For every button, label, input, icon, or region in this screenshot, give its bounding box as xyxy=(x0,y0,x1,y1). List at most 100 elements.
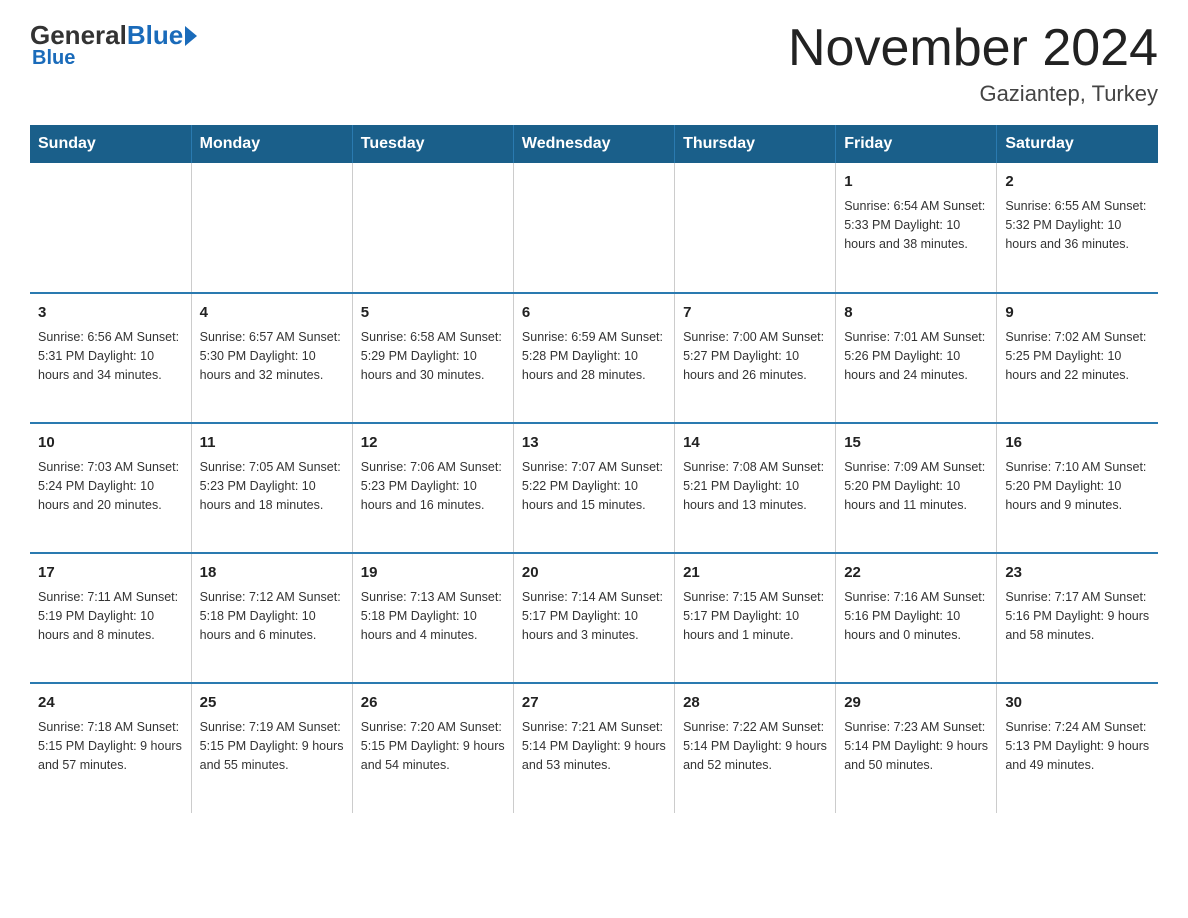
day-info: Sunrise: 7:05 AM Sunset: 5:23 PM Dayligh… xyxy=(200,458,344,516)
day-number: 22 xyxy=(844,562,988,585)
day-info: Sunrise: 7:23 AM Sunset: 5:14 PM Dayligh… xyxy=(844,718,988,776)
table-row xyxy=(191,163,352,293)
table-row: 9 Sunrise: 7:02 AM Sunset: 5:25 PM Daylig… xyxy=(997,293,1158,423)
table-row: 1Sunrise: 6:54 AM Sunset: 5:33 PM Daylig… xyxy=(836,163,997,293)
table-row: 16 Sunrise: 7:10 AM Sunset: 5:20 PM Dayli… xyxy=(997,423,1158,553)
day-info: Sunrise: 7:21 AM Sunset: 5:14 PM Dayligh… xyxy=(522,718,666,776)
table-row xyxy=(675,163,836,293)
calendar-table: Sunday Monday Tuesday Wednesday Thursday… xyxy=(30,125,1158,813)
day-number: 30 xyxy=(1005,692,1150,715)
calendar-week-row: 17Sunrise: 7:11 AM Sunset: 5:19 PM Dayli… xyxy=(30,553,1158,683)
calendar-week-row: 1Sunrise: 6:54 AM Sunset: 5:33 PM Daylig… xyxy=(30,163,1158,293)
logo: General Blue Blue xyxy=(30,20,197,70)
calendar-header-row: Sunday Monday Tuesday Wednesday Thursday… xyxy=(30,125,1158,163)
day-number: 4 xyxy=(200,302,344,325)
table-row: 7 Sunrise: 7:00 AM Sunset: 5:27 PM Daylig… xyxy=(675,293,836,423)
day-number: 20 xyxy=(522,562,666,585)
day-number: 23 xyxy=(1005,562,1150,585)
day-info: Sunrise: 7:07 AM Sunset: 5:22 PM Dayligh… xyxy=(522,458,666,516)
table-row: 3Sunrise: 6:56 AM Sunset: 5:31 PM Daylig… xyxy=(30,293,191,423)
title-block: November 2024 Gaziantep, Turkey xyxy=(788,20,1158,107)
day-info: Sunrise: 7:13 AM Sunset: 5:18 PM Dayligh… xyxy=(361,588,505,646)
day-info: Sunrise: 6:54 AM Sunset: 5:33 PM Dayligh… xyxy=(844,197,988,255)
table-row: 24 Sunrise: 7:18 AM Sunset: 5:15 PM Dayli… xyxy=(30,683,191,813)
day-info: Sunrise: 7:00 AM Sunset: 5:27 PM Dayligh… xyxy=(683,328,827,386)
logo-sub: Blue xyxy=(32,47,75,70)
day-number: 25 xyxy=(200,692,344,715)
day-number: 18 xyxy=(200,562,344,585)
day-number: 6 xyxy=(522,302,666,325)
col-wednesday: Wednesday xyxy=(513,125,674,163)
day-number: 8 xyxy=(844,302,988,325)
table-row: 11 Sunrise: 7:05 AM Sunset: 5:23 PM Dayli… xyxy=(191,423,352,553)
day-info: Sunrise: 7:09 AM Sunset: 5:20 PM Dayligh… xyxy=(844,458,988,516)
table-row: 10 Sunrise: 7:03 AM Sunset: 5:24 PM Dayli… xyxy=(30,423,191,553)
table-row: 6 Sunrise: 6:59 AM Sunset: 5:28 PM Daylig… xyxy=(513,293,674,423)
day-number: 16 xyxy=(1005,432,1150,455)
calendar-week-row: 10 Sunrise: 7:03 AM Sunset: 5:24 PM Dayli… xyxy=(30,423,1158,553)
day-info: Sunrise: 7:02 AM Sunset: 5:25 PM Dayligh… xyxy=(1005,328,1150,386)
day-number: 28 xyxy=(683,692,827,715)
logo-arrow-icon xyxy=(185,26,197,46)
day-info: Sunrise: 7:17 AM Sunset: 5:16 PM Dayligh… xyxy=(1005,588,1150,646)
col-monday: Monday xyxy=(191,125,352,163)
day-info: Sunrise: 6:58 AM Sunset: 5:29 PM Dayligh… xyxy=(361,328,505,386)
col-saturday: Saturday xyxy=(997,125,1158,163)
table-row: 19 Sunrise: 7:13 AM Sunset: 5:18 PM Dayli… xyxy=(352,553,513,683)
day-info: Sunrise: 7:14 AM Sunset: 5:17 PM Dayligh… xyxy=(522,588,666,646)
col-tuesday: Tuesday xyxy=(352,125,513,163)
day-number: 5 xyxy=(361,302,505,325)
table-row: 15Sunrise: 7:09 AM Sunset: 5:20 PM Dayli… xyxy=(836,423,997,553)
day-info: Sunrise: 7:10 AM Sunset: 5:20 PM Dayligh… xyxy=(1005,458,1150,516)
day-number: 12 xyxy=(361,432,505,455)
table-row: 14 Sunrise: 7:08 AM Sunset: 5:21 PM Dayli… xyxy=(675,423,836,553)
day-number: 24 xyxy=(38,692,183,715)
table-row: 21 Sunrise: 7:15 AM Sunset: 5:17 PM Dayli… xyxy=(675,553,836,683)
day-info: Sunrise: 7:18 AM Sunset: 5:15 PM Dayligh… xyxy=(38,718,183,776)
calendar-week-row: 24 Sunrise: 7:18 AM Sunset: 5:15 PM Dayli… xyxy=(30,683,1158,813)
day-info: Sunrise: 6:57 AM Sunset: 5:30 PM Dayligh… xyxy=(200,328,344,386)
day-info: Sunrise: 6:59 AM Sunset: 5:28 PM Dayligh… xyxy=(522,328,666,386)
day-info: Sunrise: 6:55 AM Sunset: 5:32 PM Dayligh… xyxy=(1005,197,1150,255)
table-row: 28 Sunrise: 7:22 AM Sunset: 5:14 PM Dayli… xyxy=(675,683,836,813)
day-info: Sunrise: 7:08 AM Sunset: 5:21 PM Dayligh… xyxy=(683,458,827,516)
table-row: 2Sunrise: 6:55 AM Sunset: 5:32 PM Daylig… xyxy=(997,163,1158,293)
table-row: 26Sunrise: 7:20 AM Sunset: 5:15 PM Dayli… xyxy=(352,683,513,813)
table-row: 18 Sunrise: 7:12 AM Sunset: 5:18 PM Dayli… xyxy=(191,553,352,683)
col-friday: Friday xyxy=(836,125,997,163)
table-row: 12 Sunrise: 7:06 AM Sunset: 5:23 PM Dayli… xyxy=(352,423,513,553)
day-number: 29 xyxy=(844,692,988,715)
day-info: Sunrise: 7:03 AM Sunset: 5:24 PM Dayligh… xyxy=(38,458,183,516)
table-row: 22 Sunrise: 7:16 AM Sunset: 5:16 PM Dayli… xyxy=(836,553,997,683)
day-info: Sunrise: 7:06 AM Sunset: 5:23 PM Dayligh… xyxy=(361,458,505,516)
day-number: 10 xyxy=(38,432,183,455)
page-header: General Blue Blue November 2024 Gaziante… xyxy=(30,20,1158,107)
table-row: 20 Sunrise: 7:14 AM Sunset: 5:17 PM Dayli… xyxy=(513,553,674,683)
day-number: 9 xyxy=(1005,302,1150,325)
table-row xyxy=(513,163,674,293)
day-number: 27 xyxy=(522,692,666,715)
day-number: 7 xyxy=(683,302,827,325)
table-row: 5 Sunrise: 6:58 AM Sunset: 5:29 PM Daylig… xyxy=(352,293,513,423)
day-number: 14 xyxy=(683,432,827,455)
table-row xyxy=(352,163,513,293)
table-row: 4 Sunrise: 6:57 AM Sunset: 5:30 PM Daylig… xyxy=(191,293,352,423)
day-info: Sunrise: 7:16 AM Sunset: 5:16 PM Dayligh… xyxy=(844,588,988,646)
day-info: Sunrise: 7:22 AM Sunset: 5:14 PM Dayligh… xyxy=(683,718,827,776)
table-row: 23 Sunrise: 7:17 AM Sunset: 5:16 PM Dayli… xyxy=(997,553,1158,683)
table-row: 17Sunrise: 7:11 AM Sunset: 5:19 PM Dayli… xyxy=(30,553,191,683)
table-row: 30 Sunrise: 7:24 AM Sunset: 5:13 PM Dayli… xyxy=(997,683,1158,813)
calendar-subtitle: Gaziantep, Turkey xyxy=(788,81,1158,107)
day-info: Sunrise: 7:24 AM Sunset: 5:13 PM Dayligh… xyxy=(1005,718,1150,776)
day-number: 19 xyxy=(361,562,505,585)
logo-blue-text: Blue xyxy=(127,20,183,51)
day-number: 26 xyxy=(361,692,505,715)
day-number: 21 xyxy=(683,562,827,585)
day-info: Sunrise: 7:01 AM Sunset: 5:26 PM Dayligh… xyxy=(844,328,988,386)
day-number: 11 xyxy=(200,432,344,455)
day-info: Sunrise: 7:12 AM Sunset: 5:18 PM Dayligh… xyxy=(200,588,344,646)
day-number: 13 xyxy=(522,432,666,455)
table-row: 13 Sunrise: 7:07 AM Sunset: 5:22 PM Dayli… xyxy=(513,423,674,553)
col-sunday: Sunday xyxy=(30,125,191,163)
day-info: Sunrise: 7:15 AM Sunset: 5:17 PM Dayligh… xyxy=(683,588,827,646)
